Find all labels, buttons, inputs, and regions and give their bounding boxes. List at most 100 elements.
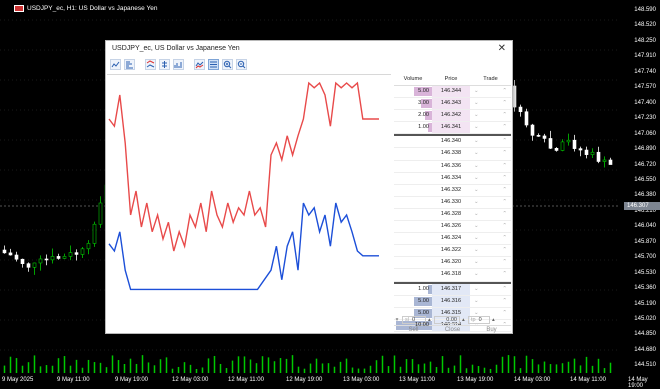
tick-chart-pane[interactable]: [107, 74, 391, 333]
zoom-out-icon[interactable]: [236, 59, 247, 70]
buy-limit-icon[interactable]: ⌃: [502, 98, 507, 109]
dom-row[interactable]: 146.322 ⌄ ⌃: [394, 245, 511, 258]
tp-icon: tp: [471, 317, 476, 323]
sell-limit-icon[interactable]: ⌄: [474, 245, 479, 256]
sell-limit-icon[interactable]: ⌄: [474, 233, 479, 244]
dom-price-cell: 146.341: [432, 122, 470, 134]
ticks-icon[interactable]: [194, 59, 205, 70]
lot-icon: sl: [405, 317, 409, 323]
close-icon[interactable]: ✕: [498, 43, 506, 54]
dom-volume-cell: 3.00: [394, 98, 432, 109]
buy-limit-icon[interactable]: ⌃: [502, 269, 507, 280]
dom-row[interactable]: 146.334 ⌄ ⌃: [394, 173, 511, 185]
buy-limit-icon[interactable]: ⌃: [502, 110, 507, 121]
symbol-flag-icon: [14, 5, 24, 12]
dom-row[interactable]: 146.332 ⌄ ⌃: [394, 185, 511, 197]
bid-ask-icon[interactable]: [145, 59, 156, 70]
buy-limit-icon[interactable]: ⌃: [502, 122, 507, 133]
buy-limit-icon[interactable]: ⌃: [502, 173, 507, 184]
buy-limit-icon[interactable]: ⌃: [502, 284, 507, 295]
dom-row[interactable]: 146.318 ⌄ ⌃: [394, 269, 511, 282]
buy-limit-icon[interactable]: ⌃: [502, 148, 507, 159]
dom-row[interactable]: 3.00 146.343 ⌄ ⌃: [394, 98, 511, 111]
dom-price-cell: 146.317: [432, 283, 470, 295]
sell-limit-icon[interactable]: ⌄: [474, 185, 479, 196]
zoom-in-icon[interactable]: [222, 59, 233, 70]
dom-row[interactable]: 146.338 ⌄ ⌃: [394, 148, 511, 161]
sl-spinner[interactable]: 0.00: [434, 316, 460, 324]
price-axis-label: 146.890: [634, 146, 656, 153]
spinner-up-icon[interactable]: ▴: [492, 317, 496, 323]
dom-row[interactable]: 2.00 146.342 ⌄ ⌃: [394, 110, 511, 123]
buy-limit-icon[interactable]: ⌃: [502, 257, 507, 268]
buy-button[interactable]: Buy: [472, 325, 511, 334]
spread-icon[interactable]: [159, 59, 170, 70]
dom-row[interactable]: 146.326 ⌄ ⌃: [394, 221, 511, 234]
dom-row[interactable]: 1.00 146.341 ⌄ ⌃: [394, 122, 511, 135]
sell-limit-icon[interactable]: ⌄: [474, 257, 479, 268]
sell-limit-icon[interactable]: ⌄: [474, 110, 479, 121]
sell-limit-icon[interactable]: ⌄: [474, 296, 479, 307]
candle-body: [512, 85, 517, 108]
sell-limit-icon[interactable]: ⌄: [474, 221, 479, 232]
sell-limit-icon[interactable]: ⌄: [474, 136, 479, 147]
candle-body: [56, 256, 61, 259]
dom-row[interactable]: 5.00 146.316 ⌄ ⌃: [394, 295, 511, 308]
price-axis-label: 147.230: [634, 115, 656, 122]
dom-price-cell: 146.322: [440, 247, 462, 254]
price-axis-label: 145.870: [634, 238, 656, 245]
buy-limit-icon[interactable]: ⌃: [502, 136, 507, 147]
depth-of-market-table: Volume Price Trade 5.00 146.344 ⌄ ⌃ 3.00 146.…: [394, 74, 511, 334]
sell-limit-icon[interactable]: ⌄: [474, 269, 479, 280]
dom-volume-cell: 1.00: [394, 122, 432, 133]
buy-limit-icon[interactable]: ⌃: [502, 86, 507, 97]
depth-icon[interactable]: [124, 59, 135, 70]
time-axis-label: 13 May 11:00: [399, 377, 435, 383]
time-axis-label: 12 May 19:00: [286, 377, 323, 383]
candle-body: [572, 139, 577, 149]
sell-limit-icon[interactable]: ⌄: [474, 98, 479, 109]
candle-body: [86, 243, 91, 250]
chart-symbol-title: USDJPY_ec, H1: US Dollar vs Japanese Yen: [14, 5, 157, 12]
dom-row[interactable]: 146.324 ⌄ ⌃: [394, 233, 511, 246]
sell-limit-icon[interactable]: ⌄: [474, 173, 479, 184]
sell-limit-icon[interactable]: ⌄: [474, 148, 479, 159]
dom-row[interactable]: 1.00 146.317 ⌄ ⌃: [394, 283, 511, 296]
price-axis-label: 144.510: [634, 362, 656, 369]
sell-limit-icon[interactable]: ⌄: [474, 122, 479, 133]
dom-row[interactable]: 146.340 ⌄ ⌃: [394, 136, 511, 149]
close-position-button[interactable]: Close: [433, 325, 472, 334]
sell-limit-icon[interactable]: ⌄: [474, 197, 479, 208]
buy-limit-icon[interactable]: ⌃: [502, 245, 507, 256]
dom-row[interactable]: 146.320 ⌄ ⌃: [394, 257, 511, 270]
dom-row[interactable]: 146.328 ⌄ ⌃: [394, 209, 511, 222]
sell-limit-icon[interactable]: ⌄: [474, 161, 479, 172]
spinner-up-icon[interactable]: ▴: [462, 317, 466, 323]
chevron-down-icon[interactable]: ▾: [394, 317, 400, 323]
dom-price-cell: 146.334: [440, 174, 462, 181]
dom-trade-cell: ⌄ ⌃: [470, 209, 511, 220]
buy-limit-icon[interactable]: ⌃: [502, 221, 507, 232]
time-axis-label: 9 May 19:00: [115, 377, 149, 383]
buy-limit-icon[interactable]: ⌃: [502, 296, 507, 307]
buy-limit-icon[interactable]: ⌃: [502, 233, 507, 244]
buy-limit-icon[interactable]: ⌃: [502, 161, 507, 172]
sell-limit-icon[interactable]: ⌄: [474, 209, 479, 220]
dom-row[interactable]: 5.00 146.344 ⌄ ⌃: [394, 86, 511, 99]
sell-limit-icon[interactable]: ⌄: [474, 86, 479, 97]
dom-volume-cell: [394, 136, 432, 147]
candle-body: [14, 254, 19, 260]
dom-volume-value: 5.00: [418, 88, 429, 94]
volume-icon[interactable]: [173, 59, 184, 70]
buy-limit-icon[interactable]: ⌃: [502, 209, 507, 220]
buy-limit-icon[interactable]: ⌃: [502, 185, 507, 196]
dom-row[interactable]: 146.336 ⌄ ⌃: [394, 161, 511, 173]
tp-spinner[interactable]: tp 0: [468, 316, 490, 324]
tick-chart-icon[interactable]: [110, 59, 121, 70]
buy-limit-icon[interactable]: ⌃: [502, 197, 507, 208]
dom-row[interactable]: 146.330 ⌄ ⌃: [394, 197, 511, 209]
sell-limit-icon[interactable]: ⌄: [474, 284, 479, 295]
price-axis-label: 144.680: [634, 346, 656, 353]
lines-icon[interactable]: [208, 59, 219, 70]
dom-volume-cell: [394, 148, 432, 159]
